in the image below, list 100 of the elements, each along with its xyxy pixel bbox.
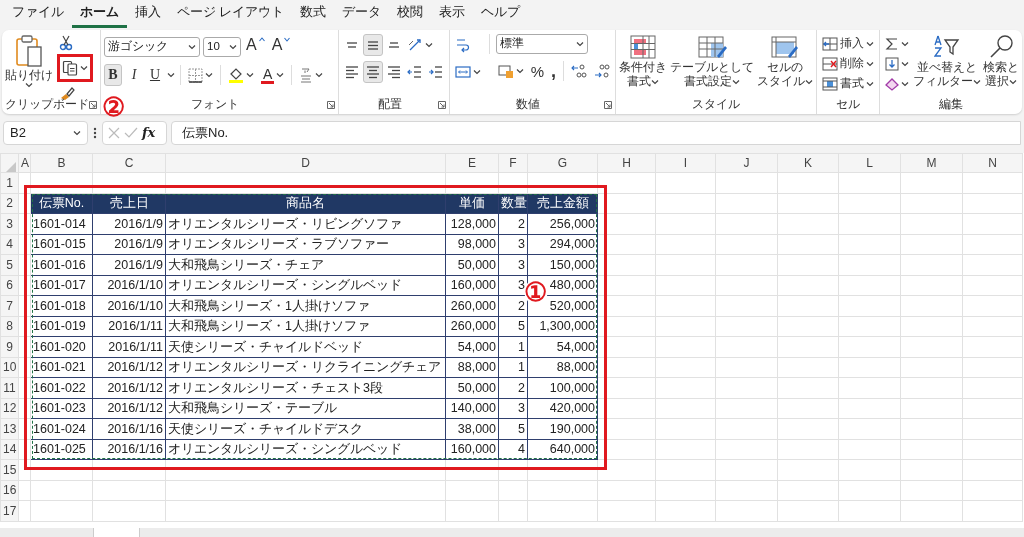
menu-tab[interactable]: データ (334, 5, 390, 28)
row-number[interactable]: 13 (0, 418, 19, 439)
table-cell: 2016/1/10 (92, 275, 166, 296)
dialog-launcher-icon[interactable] (326, 101, 335, 109)
insert-function-button[interactable]: fx (142, 123, 156, 143)
table-cell: 88,000 (445, 357, 499, 378)
column-header[interactable]: J (715, 153, 778, 173)
column-header[interactable]: H (597, 153, 656, 173)
menu-tab[interactable]: 校閲 (389, 5, 432, 28)
row-number[interactable]: 5 (0, 254, 19, 275)
row-number[interactable]: 9 (0, 336, 19, 357)
currency-icon (497, 63, 514, 79)
table-cell: 2016/1/9 (92, 213, 166, 234)
table-cell: 420,000 (527, 398, 598, 419)
insert-cells-button[interactable]: 挿入 (820, 34, 876, 54)
caret-icon (284, 37, 291, 42)
column-header[interactable]: M (900, 153, 963, 173)
caret-icon (246, 72, 254, 78)
conditional-format-icon (628, 34, 658, 60)
font-size-dropdown[interactable]: 10 (203, 37, 241, 57)
bold-button[interactable]: B (104, 64, 122, 86)
column-header[interactable]: G (527, 153, 598, 173)
fill-button[interactable] (883, 54, 911, 74)
table-cell: オリエンタルシリーズ・シングルベッド (165, 275, 446, 296)
more-options-icon[interactable] (92, 126, 98, 140)
caret-icon (276, 72, 285, 78)
row-number[interactable]: 4 (0, 234, 19, 255)
horizontal-align-button[interactable] (362, 61, 383, 83)
table-cell: 38,000 (445, 418, 499, 439)
dialog-launcher-icon[interactable] (437, 101, 446, 109)
menu-tab[interactable]: 数式 (292, 5, 335, 28)
cut-button[interactable] (57, 34, 75, 52)
number-format-dropdown[interactable]: 標準 (495, 34, 588, 54)
table-cell: 1601-017 (30, 275, 93, 296)
menu-tab[interactable]: ページ レイアウト (169, 5, 293, 28)
row-number[interactable]: 10 (0, 357, 19, 378)
sort-filter-button[interactable]: 並べ替えと フィルター (913, 34, 981, 96)
delete-cells-icon (822, 56, 838, 72)
percent-style-button[interactable]: % (528, 60, 546, 82)
vertical-align-button[interactable] (362, 34, 383, 56)
dialog-launcher-icon[interactable] (604, 101, 612, 109)
shrink-font-button[interactable]: A (269, 36, 293, 58)
column-header[interactable]: L (838, 153, 901, 173)
column-header[interactable]: F (498, 153, 528, 173)
delete-cells-button[interactable]: 削除 (820, 54, 876, 74)
row-number[interactable]: 3 (0, 213, 19, 234)
cell-style-icon (770, 34, 800, 60)
caret-icon (575, 41, 584, 47)
row-number[interactable]: 1 (0, 172, 19, 193)
table-cell: 2016/1/16 (92, 439, 166, 460)
column-header[interactable]: N (962, 153, 1023, 173)
name-box[interactable]: B2 (3, 121, 88, 145)
italic-button[interactable]: I (125, 64, 143, 86)
format-cells-button[interactable]: 書式 (820, 74, 876, 94)
column-header[interactable]: C (92, 153, 166, 173)
row-number[interactable]: 12 (0, 398, 19, 419)
table-cell: 1601-019 (30, 316, 93, 337)
caret-icon (25, 82, 33, 89)
format-cells-icon (822, 76, 838, 92)
table-cell: 1601-023 (30, 398, 93, 419)
conditional-formatting-button[interactable]: 条件付き 書式 (619, 34, 667, 96)
row-number[interactable]: 2 (0, 193, 19, 214)
menu-tab[interactable]: 表示 (431, 5, 474, 28)
row-number[interactable]: 16 (0, 480, 19, 501)
font-name-dropdown[interactable]: 游ゴシック (104, 37, 200, 57)
column-header[interactable]: E (445, 153, 499, 173)
row-number[interactable]: 11 (0, 377, 19, 398)
caret-icon (901, 61, 909, 67)
column-header[interactable]: K (777, 153, 839, 173)
scissors-icon (59, 35, 73, 51)
comma-style-button[interactable]: , (549, 60, 558, 82)
menu-tab[interactable]: ファイル (4, 5, 72, 28)
grow-font-button[interactable]: A (244, 36, 267, 58)
row-number[interactable]: 14 (0, 439, 19, 460)
checkmark-icon[interactable] (124, 127, 138, 139)
formula-field[interactable]: 伝票No. (171, 121, 1021, 145)
table-cell: 1601-022 (30, 377, 93, 398)
cell-styles-button[interactable]: セルの スタイル (757, 34, 813, 96)
font-color-button[interactable]: A (259, 64, 287, 86)
caret-icon (866, 61, 874, 67)
paste-button[interactable]: 貼り付け (5, 34, 53, 96)
column-header[interactable]: D (165, 153, 446, 173)
row-number[interactable]: 15 (0, 459, 19, 480)
table-cell: 160,000 (445, 275, 499, 296)
column-header[interactable]: B (30, 153, 93, 173)
menu-tab[interactable]: 挿入 (127, 5, 169, 28)
dialog-launcher-icon[interactable] (89, 101, 97, 109)
row-number[interactable]: 6 (0, 275, 19, 296)
find-select-button[interactable]: 検索と 選択 (983, 34, 1019, 96)
row-number[interactable]: 8 (0, 316, 19, 337)
decrease-indent-icon (406, 64, 423, 80)
sort-filter-icon (934, 34, 960, 60)
format-as-table-button[interactable]: テーブルとして 書式設定 (670, 34, 754, 96)
menu-tab[interactable]: ヘルプ (473, 5, 529, 28)
column-header[interactable]: I (655, 153, 716, 173)
table-cell: オリエンタルシリーズ・リビングソファ (165, 213, 446, 234)
row-number[interactable]: 17 (0, 500, 19, 521)
underline-button[interactable]: U (146, 64, 164, 86)
caret-icon (229, 44, 237, 50)
row-number[interactable]: 7 (0, 295, 19, 316)
